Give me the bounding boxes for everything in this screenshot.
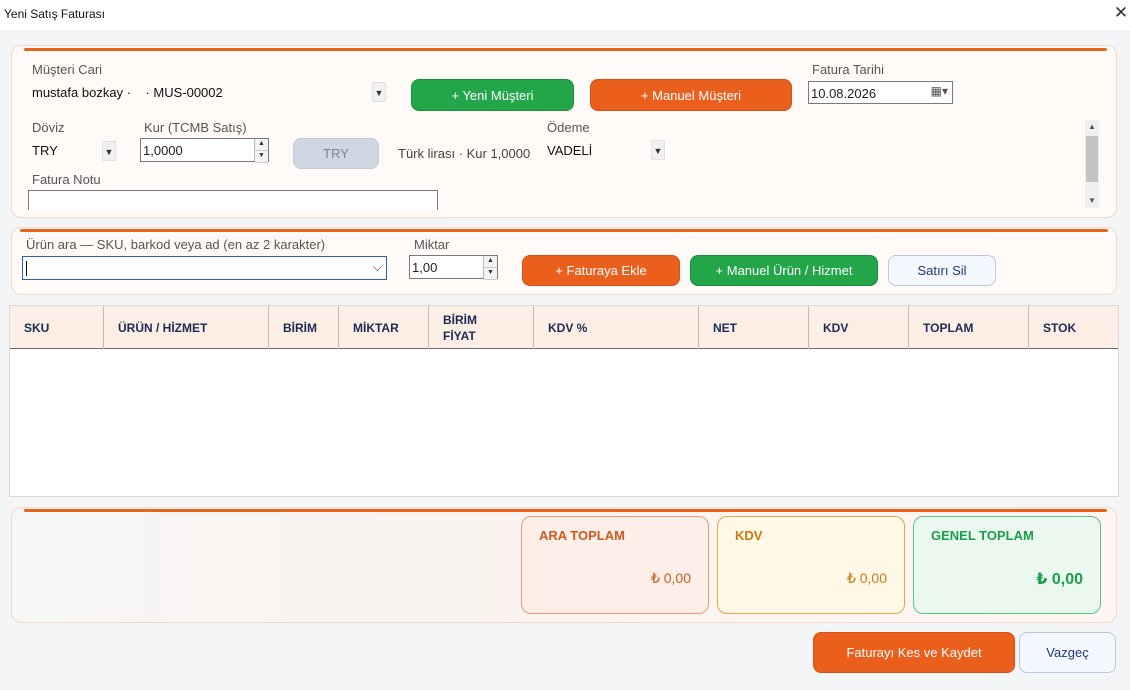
grand-total-box: GENEL TOPLAM ₺ 0,00 bbox=[913, 516, 1101, 614]
text-cursor bbox=[26, 261, 27, 276]
delete-row-button[interactable]: Satırı Sil bbox=[888, 255, 996, 286]
invoice-lines-table[interactable]: SKU ÜRÜN / HİZMET BİRİM MİKTAR BİRİM FİY… bbox=[9, 305, 1119, 497]
rate-stepper[interactable]: 1,0000 ▲ ▼ bbox=[140, 138, 269, 163]
note-field[interactable] bbox=[28, 190, 438, 210]
vat-total-label: KDV bbox=[735, 528, 763, 543]
rate-label: Kur (TCMB Satış) bbox=[144, 120, 247, 135]
totals-accent-bar bbox=[24, 509, 1107, 512]
rate-spin[interactable]: ▲ ▼ bbox=[254, 139, 268, 163]
window-title: Yeni Satış Faturası bbox=[4, 7, 105, 21]
currency-label: Döviz bbox=[32, 120, 65, 135]
rate-currency-button[interactable]: TRY bbox=[293, 138, 379, 169]
column-header-unit-price[interactable]: BİRİM FİYAT bbox=[429, 306, 534, 349]
column-header-sku[interactable]: SKU bbox=[10, 306, 104, 349]
invoice-date-value: 10.08.2026 bbox=[811, 86, 877, 101]
grand-total-value: ₺ 0,00 bbox=[1036, 571, 1083, 588]
quantity-value: 1,00 bbox=[412, 260, 438, 275]
payment-label: Ödeme bbox=[547, 120, 590, 135]
quantity-label: Miktar bbox=[414, 237, 450, 252]
rate-info-text: Türk lirası · Kur 1,0000 bbox=[398, 146, 531, 161]
subtotal-value: ₺ 0,00 bbox=[650, 570, 691, 586]
subtotal-label: ARA TOPLAM bbox=[539, 528, 625, 543]
save-invoice-button[interactable]: Faturayı Kes ve Kaydet bbox=[813, 632, 1015, 673]
payment-value: VADELİ bbox=[547, 143, 593, 158]
column-header-quantity[interactable]: MİKTAR bbox=[339, 306, 429, 349]
new-customer-button[interactable]: + Yeni Müşteri bbox=[411, 79, 574, 111]
customer-value: mustafa bozkay · · MUS-00002 bbox=[32, 85, 223, 100]
column-header-vat-rate[interactable]: KDV % bbox=[534, 306, 699, 349]
currency-value: TRY bbox=[32, 143, 58, 158]
table-header: SKU ÜRÜN / HİZMET BİRİM MİKTAR BİRİM FİY… bbox=[10, 306, 1118, 349]
column-header-product[interactable]: ÜRÜN / HİZMET bbox=[104, 306, 269, 349]
title-bar: Yeni Satış Faturası ✕ bbox=[0, 0, 1130, 30]
column-header-unit[interactable]: BİRİM bbox=[269, 306, 339, 349]
invoice-date-field[interactable]: 10.08.2026 ▦▾ bbox=[808, 81, 953, 104]
scroll-down-icon[interactable]: ▼ bbox=[1085, 194, 1099, 208]
scroll-thumb[interactable] bbox=[1086, 136, 1098, 182]
quantity-spin[interactable]: ▲ ▼ bbox=[483, 256, 497, 280]
manual-customer-button[interactable]: + Manuel Müşteri bbox=[590, 79, 792, 111]
vat-total-value: ₺ 0,00 bbox=[846, 570, 887, 586]
payment-dropdown-icon[interactable]: ▼ bbox=[651, 140, 665, 160]
quantity-down-icon[interactable]: ▼ bbox=[484, 268, 497, 280]
customer-select[interactable]: mustafa bozkay · · MUS-00002 bbox=[30, 82, 388, 104]
add-to-invoice-button[interactable]: + Faturaya Ekle bbox=[522, 255, 680, 286]
invoice-date-label: Fatura Tarihi bbox=[812, 62, 885, 77]
header-accent-bar bbox=[24, 48, 1107, 51]
customer-dropdown-icon[interactable]: ▼ bbox=[372, 82, 386, 102]
column-header-stock[interactable]: STOK bbox=[1029, 306, 1118, 349]
cancel-button[interactable]: Vazgeç bbox=[1019, 632, 1116, 673]
product-search-label: Ürün ara — SKU, barkod veya ad (en az 2 … bbox=[26, 237, 326, 252]
calendar-icon[interactable]: ▦▾ bbox=[931, 84, 948, 98]
vat-total-box: KDV ₺ 0,00 bbox=[717, 516, 905, 614]
grand-total-label: GENEL TOPLAM bbox=[931, 528, 1034, 543]
rate-value: 1,0000 bbox=[143, 143, 183, 158]
quantity-stepper[interactable]: 1,00 ▲ ▼ bbox=[409, 255, 498, 280]
quantity-up-icon[interactable]: ▲ bbox=[484, 256, 497, 268]
header-scrollbar[interactable]: ▲ ▼ bbox=[1085, 120, 1099, 208]
column-header-vat[interactable]: KDV bbox=[809, 306, 909, 349]
chevron-down-icon[interactable]: ⌵ bbox=[373, 260, 382, 275]
manual-product-button[interactable]: + Manuel Ürün / Hizmet bbox=[690, 255, 878, 286]
column-header-net[interactable]: NET bbox=[699, 306, 809, 349]
search-accent-bar bbox=[20, 229, 1108, 232]
rate-down-icon[interactable]: ▼ bbox=[255, 151, 268, 163]
column-header-total[interactable]: TOPLAM bbox=[909, 306, 1029, 349]
close-icon[interactable]: ✕ bbox=[1112, 4, 1130, 22]
payment-select[interactable]: VADELİ bbox=[545, 140, 665, 162]
product-search-input[interactable]: ⌵ bbox=[22, 256, 387, 280]
rate-up-icon[interactable]: ▲ bbox=[255, 139, 268, 151]
note-label: Fatura Notu bbox=[32, 172, 101, 187]
customer-label: Müşteri Cari bbox=[32, 62, 103, 77]
subtotal-box: ARA TOPLAM ₺ 0,00 bbox=[521, 516, 709, 614]
currency-dropdown-icon[interactable]: ▼ bbox=[102, 141, 116, 161]
scroll-up-icon[interactable]: ▲ bbox=[1085, 120, 1099, 134]
